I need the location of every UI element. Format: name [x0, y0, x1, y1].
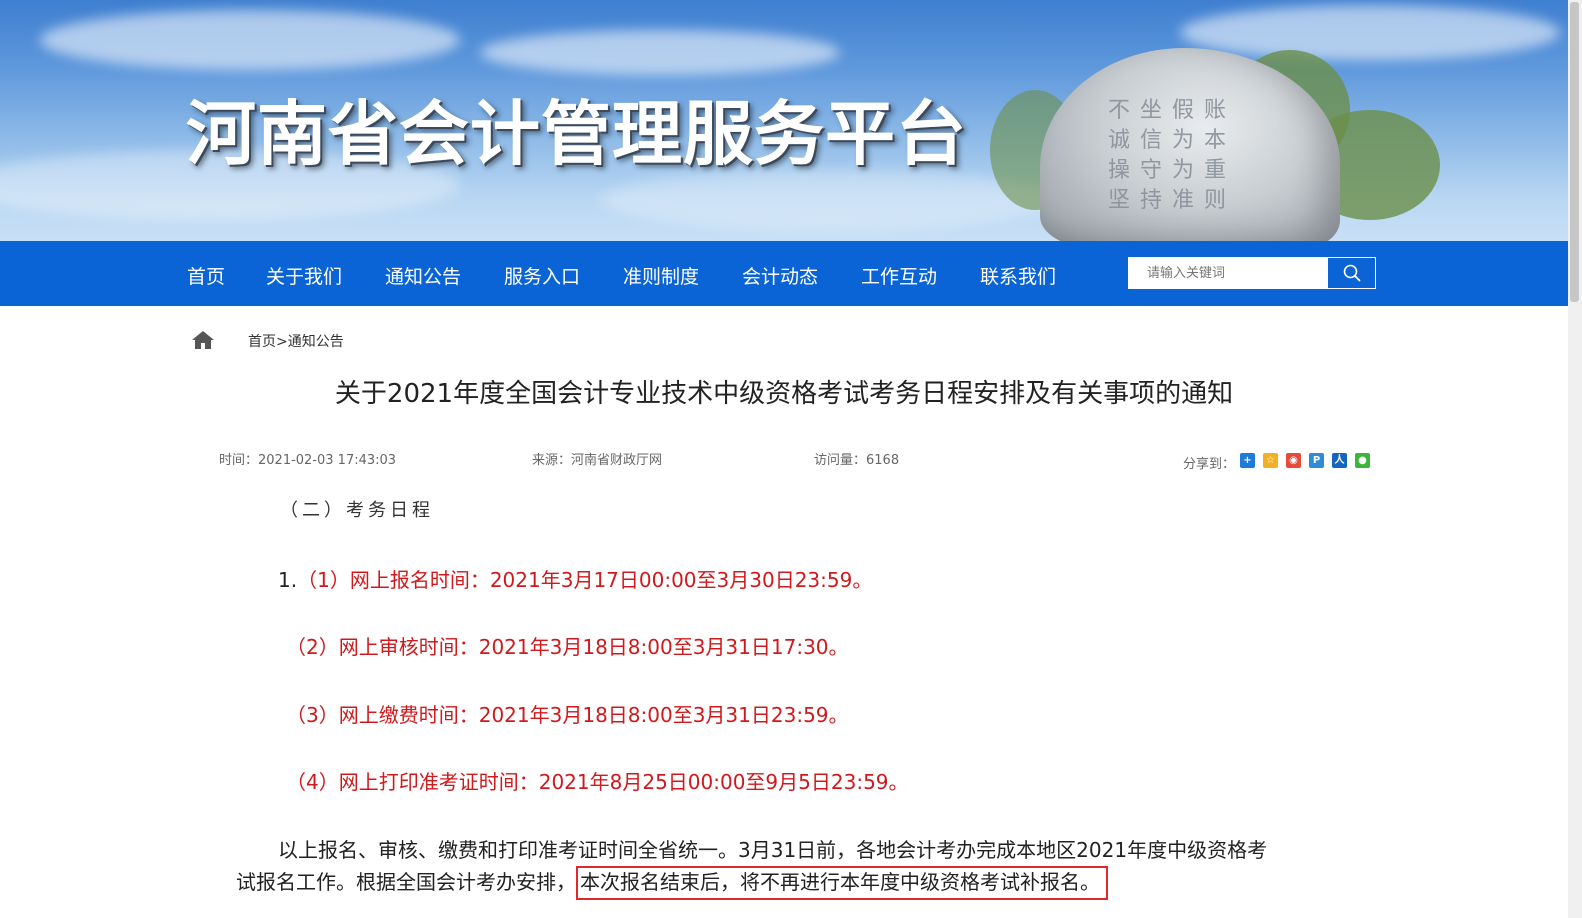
qzone-icon[interactable]: + — [1240, 453, 1255, 468]
banner-cloud — [40, 10, 460, 70]
highlighted-notice: 本次报名结束后，将不再进行本年度中级资格考试补报名。 — [576, 866, 1108, 900]
breadcrumb: 首页>通知公告 — [248, 331, 344, 351]
nav-item-interaction[interactable]: 工作互动 — [861, 262, 937, 289]
article-paragraph-line-2: 试报名工作。根据全国会计考办安排， 本次报名结束后，将不再进行本年度中级资格考试补… — [236, 866, 1108, 900]
share-label: 分享到： — [1183, 457, 1236, 472]
article-title: 关于2021年度全国会计专业技术中级资格考试考务日程安排及有关事项的通知 — [334, 379, 1234, 409]
nav-item-services[interactable]: 服务入口 — [504, 262, 580, 289]
nav-item-contact[interactable]: 联系我们 — [980, 262, 1056, 289]
search-box — [1128, 257, 1376, 289]
site-title: 河南省会计管理服务平台 — [186, 93, 967, 175]
breadcrumb-home[interactable]: 首页 — [248, 334, 276, 350]
schedule-item-number: 1. — [278, 568, 298, 592]
nav-item-standards[interactable]: 准则制度 — [623, 262, 699, 289]
site-banner: 不坐假账诚信为本操守为重坚持准则 河南省会计管理服务平台 — [0, 0, 1568, 241]
banner-cloud — [600, 170, 1060, 230]
schedule-item: 1.（1）网上报名时间：2021年3月17日00:00至3月30日23:59。 — [278, 564, 872, 593]
scrollbar-thumb[interactable] — [1570, 2, 1579, 302]
breadcrumb-current[interactable]: 通知公告 — [288, 334, 344, 350]
article-views: 访问量：6168 — [814, 453, 900, 468]
article-time: 时间：2021-02-03 17:43:03 — [219, 453, 397, 468]
home-icon[interactable] — [191, 330, 215, 350]
nav-item-about[interactable]: 关于我们 — [266, 262, 342, 289]
banner-cloud — [480, 30, 840, 75]
nav-item-home[interactable]: 首页 — [187, 262, 225, 289]
stone-inscription: 不坐假账诚信为本操守为重坚持准则 — [1108, 98, 1237, 213]
main-nav: 首页 关于我们 通知公告 服务入口 准则制度 会计动态 工作互动 联系我们 — [0, 241, 1568, 306]
weibo-icon[interactable]: ◉ — [1286, 453, 1301, 468]
page-scrollbar[interactable] — [1568, 0, 1582, 918]
section-heading: （二）考务日程 — [280, 500, 434, 521]
search-icon — [1343, 264, 1360, 282]
search-button[interactable] — [1328, 258, 1375, 288]
nav-item-notices[interactable]: 通知公告 — [385, 262, 461, 289]
schedule-line-2: （2）网上审核时间：2021年3月18日8:00至3月31日17:30。 — [286, 635, 849, 659]
article-paragraph-line-1: 以上报名、审核、缴费和打印准考证时间全省统一。3月31日前，各地会计考办完成本地… — [278, 838, 1268, 862]
qq-icon[interactable]: ☆ — [1263, 453, 1278, 468]
schedule-line-1: （1）网上报名时间：2021年3月17日00:00至3月30日23:59。 — [297, 568, 873, 592]
breadcrumb-separator: > — [276, 334, 288, 350]
schedule-line-3: （3）网上缴费时间：2021年3月18日8:00至3月31日23:59。 — [286, 703, 849, 727]
pengyou-icon[interactable]: P — [1309, 453, 1324, 468]
nav-item-news[interactable]: 会计动态 — [742, 262, 818, 289]
schedule-line-4: （4）网上打印准考证时间：2021年8月25日00:00至9月5日23:59。 — [286, 770, 909, 794]
wechat-icon[interactable]: ● — [1355, 453, 1370, 468]
renren-icon[interactable]: 人 — [1332, 453, 1347, 468]
search-input[interactable] — [1129, 258, 1327, 288]
paragraph-text: 试报名工作。根据全国会计考办安排， — [236, 870, 576, 894]
banner-cloud — [1180, 5, 1560, 60]
article-source: 来源：河南省财政厅网 — [532, 453, 663, 468]
